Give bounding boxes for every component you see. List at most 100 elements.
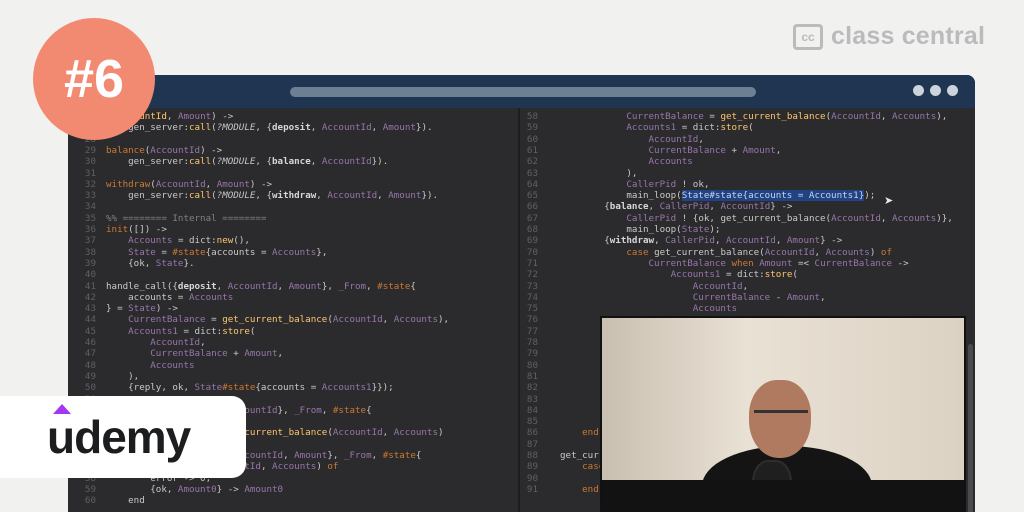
code-line[interactable]: 86 end xyxy=(518,427,599,438)
code-line[interactable]: 37 Accounts = dict:new(), xyxy=(68,235,250,246)
code-line[interactable]: 59 {ok, Amount0} -> Amount0 xyxy=(68,484,283,495)
code-line[interactable]: 30 gen_server:call(?MODULE, {balance, Ac… xyxy=(68,156,388,167)
code-line[interactable]: 89 case xyxy=(518,461,604,472)
code-line[interactable]: 32 withdraw(AccountId, Amount) -> xyxy=(68,179,272,190)
code-line[interactable]: 41 handle_call({deposit, AccountId, Amoun… xyxy=(68,281,416,292)
code-line[interactable]: 77 xyxy=(518,326,560,337)
code-line[interactable]: 68 main_loop(State); xyxy=(518,224,721,235)
window-control-dot[interactable] xyxy=(947,85,958,96)
code-line[interactable]: 43} = State) -> xyxy=(68,303,178,314)
code-line[interactable]: 31 xyxy=(68,168,106,179)
line-number: 83 xyxy=(526,393,538,405)
code-text: Accounts1 = dict:store( xyxy=(128,325,256,337)
code-line[interactable]: 65 main_loop(State#state{accounts = Acco… xyxy=(518,190,875,202)
window-controls xyxy=(913,85,958,96)
code-line[interactable]: 87 xyxy=(518,439,560,450)
code-text: ), xyxy=(106,370,140,382)
code-line[interactable]: 35 %% ======== Internal ======== xyxy=(68,212,267,224)
code-line[interactable]: 67 CallerPid ! {ok, get_current_balance(… xyxy=(518,213,953,224)
address-bar[interactable] xyxy=(290,87,756,97)
code-text: Accounts xyxy=(692,303,738,315)
code-line[interactable]: 38 State = #state{accounts = Accounts}, xyxy=(68,247,327,258)
code-line[interactable]: 73 AccountId, xyxy=(518,281,748,292)
code-line[interactable]: 33 gen_server:call(?MODULE, {withdraw, A… xyxy=(68,190,438,201)
code-line[interactable]: 42 accounts = Accounts xyxy=(68,292,233,303)
code-line[interactable]: 66 {balance, CallerPid, AccountId} -> xyxy=(518,201,793,213)
code-line[interactable]: 63 ), xyxy=(518,168,638,179)
line-number: 36 xyxy=(84,224,96,235)
code-line[interactable]: 58 CurrentBalance = get_current_balance(… xyxy=(518,111,947,122)
line-number: 35 xyxy=(84,212,96,224)
line-number: 66 xyxy=(526,201,538,213)
code-text: get_cur xyxy=(560,450,599,461)
instructor-glasses xyxy=(754,410,808,425)
code-line[interactable]: 44 CurrentBalance = get_current_balance(… xyxy=(68,314,449,325)
code-line[interactable]: 80 xyxy=(518,360,560,371)
code-line[interactable]: 36 init([]) -> xyxy=(68,224,167,235)
code-line[interactable]: 39 {ok, State}. xyxy=(68,258,195,269)
code-line[interactable]: 81 xyxy=(518,371,560,382)
code-line[interactable]: 69 {withdraw, CallerPid, AccountId, Amou… xyxy=(518,235,842,246)
code-line[interactable]: 47 CurrentBalance + Amount, xyxy=(68,348,283,359)
code-line[interactable]: 71 CurrentBalance when Amount =< Current… xyxy=(518,258,909,269)
code-line[interactable]: 62 Accounts xyxy=(518,156,693,167)
code-text: {withdraw, CallerPid, AccountId, Amount}… xyxy=(560,235,843,247)
code-line[interactable]: 76 xyxy=(518,314,560,325)
code-line[interactable]: 59 Accounts1 = dict:store( xyxy=(518,122,754,133)
code-text: gen_server:call(?MODULE, {withdraw, Acco… xyxy=(106,190,439,202)
code-line[interactable]: 60 AccountId, xyxy=(518,134,704,145)
code-text: case get_current_balance(AccountId, Acco… xyxy=(626,246,892,258)
code-line[interactable]: 75 Accounts xyxy=(518,303,737,314)
code-line[interactable]: 79 xyxy=(518,348,560,359)
code-line[interactable]: 40 xyxy=(68,269,106,280)
code-text: CallerPid ! {ok, get_current_balance(Acc… xyxy=(626,212,953,224)
line-number: 86 xyxy=(526,427,538,439)
line-number: 38 xyxy=(84,246,96,258)
code-line[interactable]: 84 xyxy=(518,405,560,416)
code-text: init([]) -> xyxy=(106,224,167,235)
line-number: 40 xyxy=(84,269,96,281)
code-text: handle_call({deposit, AccountId, Amount}… xyxy=(106,280,416,292)
code-line[interactable]: 83 xyxy=(518,394,560,405)
code-line[interactable]: 90 xyxy=(518,473,560,484)
cc-mark-icon: cc xyxy=(793,23,823,50)
code-line[interactable]: 49 ), xyxy=(68,371,139,382)
line-number: 85 xyxy=(526,416,538,428)
line-number: 50 xyxy=(84,382,96,394)
code-line[interactable]: 74 CurrentBalance - Amount, xyxy=(518,292,826,303)
code-text: CurrentBalance - Amount, xyxy=(692,291,826,303)
code-line[interactable]: 88 get_cur xyxy=(518,450,599,461)
code-line[interactable]: 85 xyxy=(518,416,560,427)
editor-scrollbar[interactable] xyxy=(968,344,973,512)
code-line[interactable]: 64 CallerPid ! ok, xyxy=(518,179,709,190)
line-number: 49 xyxy=(84,370,96,382)
line-number: 89 xyxy=(526,461,538,473)
code-line[interactable]: 91 end xyxy=(518,484,599,495)
code-line[interactable]: 60 end xyxy=(68,495,145,506)
code-line[interactable]: 29 balance(AccountId) -> xyxy=(68,145,222,156)
window-control-dot[interactable] xyxy=(913,85,924,96)
code-line[interactable]: 82 xyxy=(518,382,560,393)
line-number: 87 xyxy=(526,438,538,450)
code-line[interactable]: 70 case get_current_balance(AccountId, A… xyxy=(518,247,892,258)
line-number: 39 xyxy=(84,257,96,269)
code-line[interactable]: 50 {reply, ok, State#state{accounts = Ac… xyxy=(68,382,394,393)
mouse-cursor-icon: ➤ xyxy=(884,195,894,207)
code-line[interactable]: 48 Accounts xyxy=(68,360,195,371)
code-text: gen_server:call(?MODULE, {deposit, Accou… xyxy=(106,122,433,134)
line-number: 34 xyxy=(84,201,96,213)
code-text: Accounts1 = dict:store( xyxy=(626,122,754,134)
code-line[interactable]: 78 xyxy=(518,337,560,348)
code-line[interactable]: 46 AccountId, xyxy=(68,337,206,348)
code-line[interactable]: 61 CurrentBalance + Amount, xyxy=(518,145,781,156)
line-number: 30 xyxy=(84,156,96,168)
line-number: 33 xyxy=(84,190,96,202)
code-line[interactable]: 72 Accounts1 = dict:store( xyxy=(518,269,798,280)
window-control-dot[interactable] xyxy=(930,85,941,96)
code-text: CurrentBalance when Amount =< CurrentBal… xyxy=(648,257,909,269)
code-text: CurrentBalance = get_current_balance(Acc… xyxy=(128,314,450,326)
code-text: end xyxy=(582,427,599,439)
code-line[interactable]: 45 Accounts1 = dict:store( xyxy=(68,325,256,337)
code-line[interactable]: 34 xyxy=(68,201,106,212)
line-number: 78 xyxy=(526,337,538,348)
